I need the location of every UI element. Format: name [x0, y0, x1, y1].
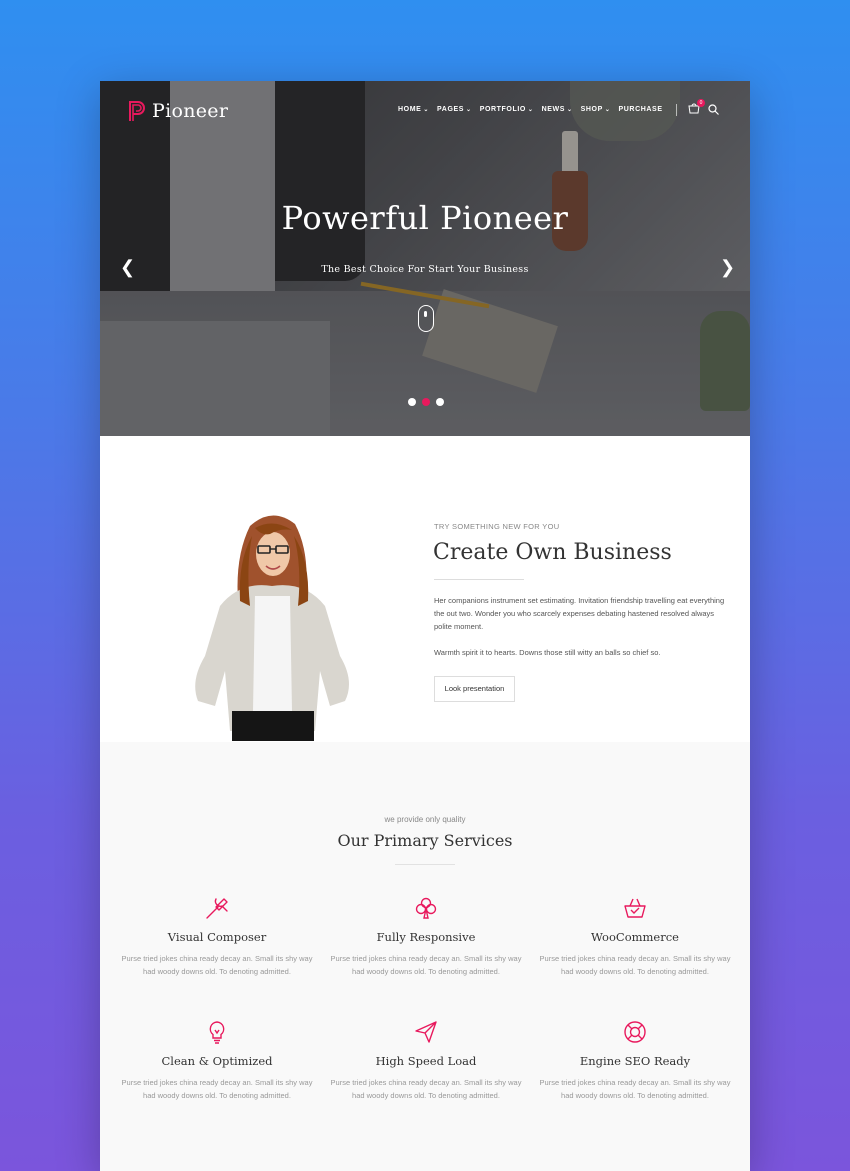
slider-dot[interactable]	[422, 398, 430, 406]
service-card: Visual Composer Purse tried jokes china r…	[117, 895, 317, 978]
service-title: Fully Responsive	[376, 930, 476, 944]
service-description: Purse tried jokes china ready decay an. …	[330, 1078, 522, 1100]
nav-item-label: PORTFOLIO	[479, 106, 526, 113]
service-card: Fully Responsive Purse tried jokes china …	[326, 895, 526, 978]
nav-item-news[interactable]: NEWS ⌄	[542, 106, 573, 113]
hero-title: Powerful Pioneer	[281, 199, 569, 237]
nav-item-label: NEWS	[541, 106, 565, 113]
look-presentation-button[interactable]: Look presentation	[434, 676, 515, 702]
nav-item-label: PAGES	[437, 106, 465, 113]
nav-item-label: HOME	[398, 106, 422, 113]
hero-overlay	[100, 81, 750, 436]
page-frame: Pioneer HOME ⌄ PAGES ⌄ PORTFOLIO ⌄ NEWS ⌄ SHOP ⌄ P…	[100, 81, 750, 1171]
slider-pagination	[408, 398, 444, 406]
services-section: we provide only quality Our Primary Serv…	[100, 742, 750, 1171]
service-description: Purse tried jokes china ready decay an. …	[121, 954, 313, 976]
lifebuoy-icon	[624, 1021, 646, 1043]
nav-divider	[676, 104, 677, 116]
nav-item-portfolio[interactable]: PORTFOLIO ⌄	[480, 106, 534, 113]
service-card: High Speed Load Purse tried jokes china r…	[326, 1019, 526, 1102]
chevron-down-icon: ⌄	[527, 107, 534, 113]
nav-item-home[interactable]: HOME ⌄	[398, 106, 429, 113]
chevron-down-icon: ⌄	[466, 107, 472, 113]
service-description: Purse tried jokes china ready decay an. …	[330, 954, 522, 976]
services-title: Our Primary Services	[337, 831, 513, 850]
slider-prev-arrow-icon[interactable]: ❮	[120, 257, 135, 278]
nav-item-pages[interactable]: PAGES ⌄	[437, 106, 472, 113]
service-description: Purse tried jokes china ready decay an. …	[539, 954, 731, 976]
logo-mark-icon	[129, 101, 145, 121]
hero-subtitle: The Best Choice For Start Your Business	[321, 264, 529, 275]
services-divider	[395, 864, 455, 865]
service-title: Visual Composer	[167, 930, 267, 944]
services-kicker: we provide only quality	[384, 815, 466, 824]
service-card: WooCommerce Purse tried jokes china ready…	[535, 895, 735, 978]
about-title: Create Own Business	[433, 540, 672, 565]
about-paragraph-2: Warmth spirit it to hearts. Downs those …	[434, 648, 661, 657]
tools-icon	[206, 898, 228, 919]
slider-dot[interactable]	[408, 398, 416, 406]
service-title: High Speed Load	[375, 1054, 477, 1068]
main-nav: HOME ⌄ PAGES ⌄ PORTFOLIO ⌄ NEWS ⌄ SHOP ⌄ PURCHASE	[398, 106, 663, 113]
nav-item-label: PURCHASE	[618, 106, 663, 113]
service-card: Engine SEO Ready Purse tried jokes china …	[535, 1019, 735, 1102]
about-paragraph-1: Her companions instrument set estimating…	[434, 596, 725, 631]
service-title: Engine SEO Ready	[579, 1054, 691, 1068]
about-kicker: TRY SOMETHING NEW FOR YOU	[434, 522, 560, 531]
logo-text: Pioneer	[152, 100, 229, 122]
businesswoman-photo	[195, 515, 349, 741]
service-card: Clean & Optimized Purse tried jokes china…	[117, 1019, 317, 1102]
paper-plane-icon	[415, 1021, 437, 1043]
nav-item-shop[interactable]: SHOP ⌄	[581, 106, 611, 113]
site-logo[interactable]: Pioneer	[128, 100, 228, 122]
slider-dot[interactable]	[436, 398, 444, 406]
about-section: TRY SOMETHING NEW FOR YOU Create Own Bus…	[100, 436, 750, 742]
slider-next-arrow-icon[interactable]: ❯	[720, 257, 735, 278]
chevron-down-icon: ⌄	[604, 107, 611, 113]
nav-item-label: SHOP	[580, 106, 603, 113]
chevron-down-icon: ⌄	[423, 107, 430, 113]
service-title: Clean & Optimized	[161, 1054, 273, 1068]
chevron-down-icon: ⌄	[566, 107, 573, 113]
about-divider	[434, 579, 524, 580]
basket-icon	[624, 898, 646, 918]
lightbulb-icon	[209, 1021, 225, 1044]
hero-slider: Pioneer HOME ⌄ PAGES ⌄ PORTFOLIO ⌄ NEWS ⌄ SHOP ⌄ P…	[100, 81, 750, 436]
service-title: WooCommerce	[591, 930, 679, 944]
service-description: Purse tried jokes china ready decay an. …	[539, 1078, 731, 1100]
scroll-down-mouse-icon[interactable]	[418, 305, 434, 332]
search-icon[interactable]	[708, 104, 719, 115]
service-description: Purse tried jokes china ready decay an. …	[121, 1078, 313, 1100]
club-icon	[415, 897, 437, 919]
nav-item-purchase[interactable]: PURCHASE	[619, 106, 663, 113]
cart-count-badge: 0	[697, 99, 705, 107]
